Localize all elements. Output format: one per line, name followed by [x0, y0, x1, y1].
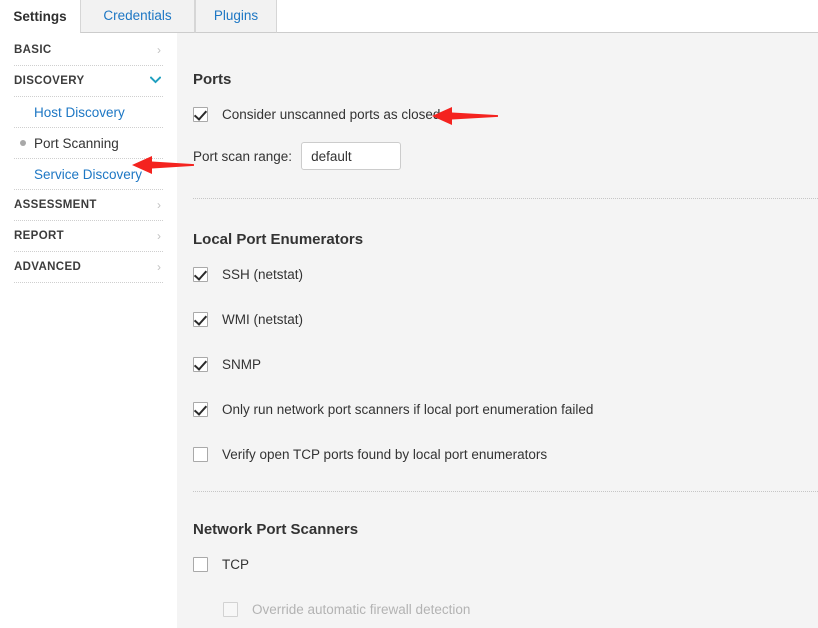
verify-open-tcp-ports-row[interactable]: Verify open TCP ports found by local por…	[193, 447, 547, 462]
chevron-right-icon: ›	[157, 260, 161, 274]
override-firewall-detection-row: Override automatic firewall detection	[223, 602, 470, 617]
snmp-label: SNMP	[222, 357, 262, 372]
local-port-enumerators-title-wrap: Local Port Enumerators	[193, 231, 363, 248]
consider-unscanned-ports-checkbox[interactable]	[193, 107, 208, 122]
chevron-down-icon	[149, 75, 163, 87]
sidebar-item-label: BASIC	[14, 44, 52, 56]
tab-plugins[interactable]: Plugins	[195, 0, 277, 33]
chevron-right-icon: ›	[157, 198, 161, 212]
divider-ports	[193, 198, 818, 199]
network-port-scanners-title: Network Port Scanners	[193, 521, 359, 538]
arrow-consider-unscanned-ports	[432, 104, 498, 128]
sidebar-item-advanced[interactable]: ADVANCED ›	[14, 252, 163, 283]
divider-local-port-enumerators	[193, 491, 818, 492]
snmp-checkbox[interactable]	[193, 357, 208, 372]
sidebar-item-label: DISCOVERY	[14, 75, 85, 87]
settings-sidebar: BASIC › DISCOVERY Host Discovery Port Sc…	[0, 33, 177, 628]
sidebar-item-discovery[interactable]: DISCOVERY	[14, 66, 163, 97]
ports-section-title: Ports	[193, 71, 232, 88]
active-bullet-icon	[20, 140, 26, 146]
port-scan-range-row: Port scan range:	[193, 142, 402, 170]
sidebar-item-label: Port Scanning	[34, 135, 119, 151]
tcp-row[interactable]: TCP	[193, 557, 249, 572]
ssh-netstat-label: SSH (netstat)	[222, 267, 304, 282]
snmp-row[interactable]: SNMP	[193, 357, 261, 372]
only-run-network-scanners-row[interactable]: Only run network port scanners if local …	[193, 402, 593, 417]
consider-unscanned-ports-row[interactable]: Consider unscanned ports as closed	[193, 107, 440, 122]
ports-section-title-wrap: Ports	[193, 71, 231, 88]
sidebar-item-label: ASSESSMENT	[14, 199, 97, 211]
tcp-checkbox[interactable]	[193, 557, 208, 572]
tab-settings[interactable]: Settings	[0, 0, 80, 33]
tab-credentials[interactable]: Credentials	[80, 0, 195, 33]
wmi-netstat-checkbox[interactable]	[193, 312, 208, 327]
local-port-enumerators-title: Local Port Enumerators	[193, 231, 364, 248]
chevron-right-icon: ›	[157, 43, 161, 57]
port-scan-range-label: Port scan range:	[193, 148, 293, 164]
sidebar-item-host-discovery[interactable]: Host Discovery	[14, 97, 163, 128]
ssh-netstat-checkbox[interactable]	[193, 267, 208, 282]
wmi-netstat-label: WMI (netstat)	[222, 312, 304, 327]
only-run-network-scanners-checkbox[interactable]	[193, 402, 208, 417]
sidebar-item-label: Host Discovery	[34, 104, 125, 120]
wmi-netstat-row[interactable]: WMI (netstat)	[193, 312, 303, 327]
verify-open-tcp-ports-checkbox[interactable]	[193, 447, 208, 462]
sidebar-item-assessment[interactable]: ASSESSMENT ›	[14, 190, 163, 221]
ssh-netstat-row[interactable]: SSH (netstat)	[193, 267, 303, 282]
network-port-scanners-title-wrap: Network Port Scanners	[193, 521, 358, 538]
tcp-label: TCP	[222, 557, 249, 572]
arrow-port-scanning-nav	[132, 153, 194, 177]
settings-page: Settings Credentials Plugins BASIC › DIS…	[0, 0, 818, 628]
sidebar-item-report[interactable]: REPORT ›	[14, 221, 163, 252]
sidebar-item-label: REPORT	[14, 230, 65, 242]
chevron-right-icon: ›	[157, 229, 161, 243]
consider-unscanned-ports-label: Consider unscanned ports as closed	[222, 107, 441, 122]
only-run-network-scanners-label: Only run network port scanners if local …	[222, 402, 594, 417]
tab-bar: Settings Credentials Plugins	[0, 0, 818, 33]
port-scan-range-input[interactable]	[301, 142, 402, 170]
verify-open-tcp-ports-label: Verify open TCP ports found by local por…	[222, 447, 548, 462]
sidebar-item-label: Service Discovery	[34, 166, 143, 182]
override-firewall-detection-checkbox	[223, 602, 238, 617]
override-firewall-detection-label: Override automatic firewall detection	[252, 602, 471, 617]
sidebar-item-basic[interactable]: BASIC ›	[14, 35, 163, 66]
sidebar-item-label: ADVANCED	[14, 261, 82, 273]
